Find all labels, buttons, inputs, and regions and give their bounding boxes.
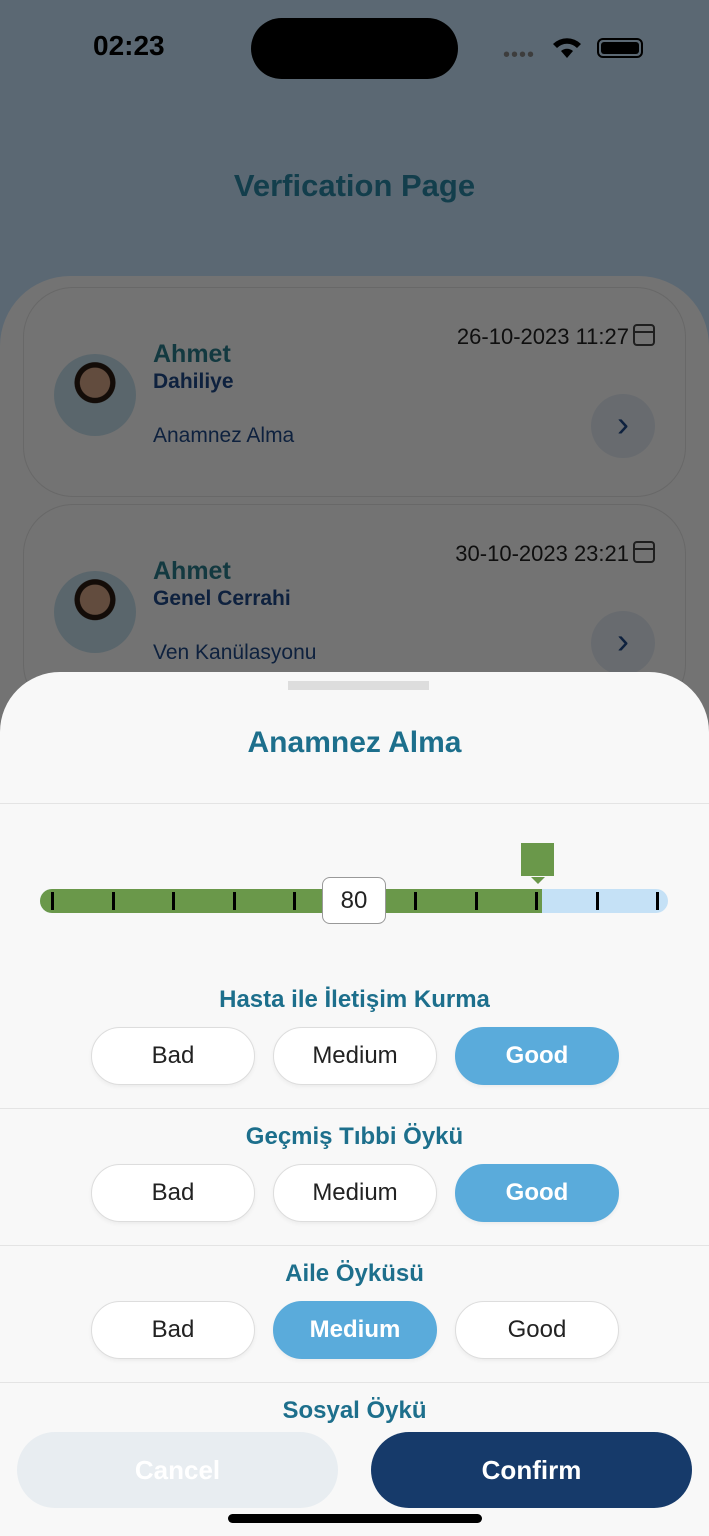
slider-thumb[interactable] — [521, 843, 554, 884]
confirm-button[interactable]: Confirm — [371, 1432, 692, 1508]
score-value: 80 — [322, 877, 386, 924]
divider — [0, 1382, 709, 1383]
procedure: Anamnez Alma — [153, 424, 295, 447]
slider-tick — [51, 892, 54, 910]
option-medium[interactable]: Medium — [273, 1301, 437, 1359]
option-medium[interactable]: Medium — [273, 1027, 437, 1085]
slider-tick — [293, 892, 296, 910]
calendar-icon — [633, 324, 655, 346]
calendar-icon — [633, 541, 655, 563]
option-good[interactable]: Good — [455, 1301, 619, 1359]
avatar — [54, 571, 136, 653]
battery-icon — [597, 38, 643, 58]
department: Dahiliye — [153, 370, 234, 393]
option-bad[interactable]: Bad — [91, 1301, 255, 1359]
option-good[interactable]: Good — [455, 1164, 619, 1222]
cancel-button[interactable]: Cancel — [17, 1432, 338, 1508]
wifi-icon — [553, 38, 581, 58]
date: 26-10-2023 11:27 — [456, 324, 629, 349]
avatar — [54, 354, 136, 436]
slider-fill — [40, 889, 542, 913]
question-title: Hasta ile İletişim Kurma — [219, 986, 490, 1013]
evaluation-sheet: Anamnez Alma 80 Hasta ile İletişim Kurma… — [0, 672, 709, 1536]
rating-options: Bad Medium Good — [91, 1164, 619, 1222]
dynamic-island — [251, 18, 458, 79]
slider-tick — [172, 892, 175, 910]
slider-tick — [535, 892, 538, 910]
page-title: Verfication Page — [233, 168, 476, 203]
slider-tick — [656, 892, 659, 910]
student-name: Ahmet — [153, 340, 231, 368]
student-name: Ahmet — [153, 557, 231, 585]
slider-tick — [232, 892, 236, 910]
question-title: Aile Öyküsü — [285, 1260, 424, 1287]
rating-options: Bad Medium Good — [91, 1027, 619, 1085]
verification-card[interactable]: Ahmet Dahiliye Anamnez Alma 26-10-2023 1… — [23, 287, 686, 497]
question-title: Geçmiş Tıbbi Öykü — [245, 1123, 464, 1150]
question-title: Sosyal Öykü — [282, 1397, 427, 1424]
department: Genel Cerrahi — [153, 587, 291, 610]
clock: 02:23 — [93, 30, 165, 61]
status-bar: 02:23 •••• — [0, 0, 709, 90]
rating-options: Bad Medium Good — [91, 1301, 619, 1359]
chevron-right-button[interactable]: › — [591, 394, 655, 458]
divider — [0, 1245, 709, 1246]
home-indicator — [228, 1514, 482, 1523]
slider-tick — [474, 892, 478, 910]
chevron-right-button[interactable]: › — [591, 611, 655, 675]
sheet-title: Anamnez Alma — [247, 726, 462, 759]
divider — [0, 1108, 709, 1109]
slider-tick — [595, 892, 599, 910]
slider-tick — [111, 892, 115, 910]
slider-tick — [414, 892, 417, 910]
cellular-icon: •••• — [503, 44, 536, 66]
drag-handle[interactable] — [288, 681, 429, 690]
option-bad[interactable]: Bad — [91, 1164, 255, 1222]
option-medium[interactable]: Medium — [273, 1164, 437, 1222]
procedure: Ven Kanülasyonu — [153, 641, 317, 664]
option-good[interactable]: Good — [455, 1027, 619, 1085]
divider — [0, 803, 709, 804]
option-bad[interactable]: Bad — [91, 1027, 255, 1085]
date: 30-10-2023 23:21 — [455, 541, 629, 566]
